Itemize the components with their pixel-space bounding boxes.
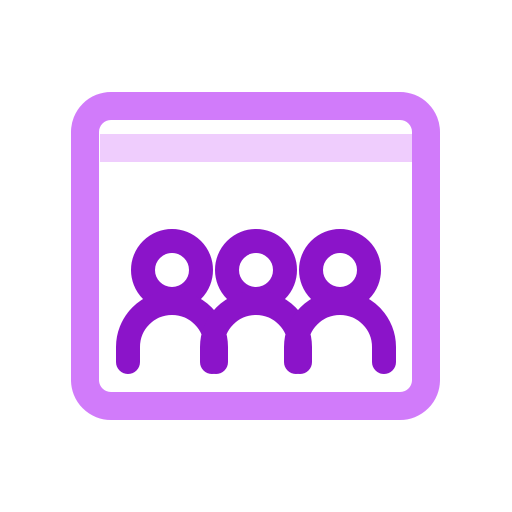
icon-canvas [0,0,512,512]
person-head [299,229,381,311]
people-group-icon [116,229,396,374]
person-head [215,229,297,311]
person-head [131,229,213,311]
group-window-icon [71,92,440,420]
window-title-bar [100,134,412,162]
